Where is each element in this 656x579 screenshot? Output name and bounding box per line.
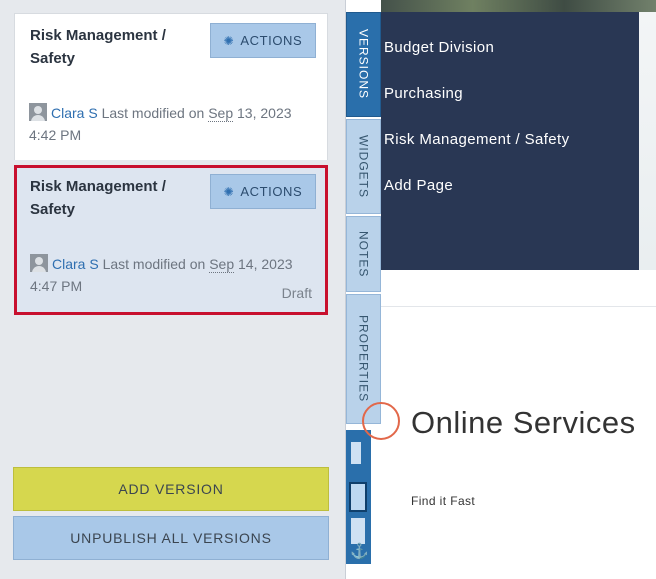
- actions-label: ACTIONS: [240, 184, 303, 199]
- page-nav-menu: Budget Division Purchasing Risk Manageme…: [381, 12, 639, 270]
- header-photo: [381, 0, 656, 12]
- layout-toolbar: ⚓: [346, 430, 371, 564]
- versions-panel: Risk Management / Safety ✺ ACTIONS Clara…: [0, 0, 346, 579]
- tab-notes[interactable]: NOTES: [346, 216, 381, 292]
- version-meta: Clara S Last modified on Sep 14, 2023 4:…: [30, 253, 320, 297]
- user-link[interactable]: Clara S: [52, 256, 99, 272]
- find-it-fast-link[interactable]: Find it Fast: [411, 494, 475, 508]
- modified-label: Last modified on: [101, 105, 205, 121]
- tab-widgets[interactable]: WIDGETS: [346, 119, 381, 214]
- nav-item-purchasing[interactable]: Purchasing: [384, 85, 463, 102]
- tab-label: VERSIONS: [356, 29, 371, 100]
- tab-label: WIDGETS: [356, 135, 371, 198]
- version-card[interactable]: Risk Management / Safety ✺ ACTIONS Clara…: [14, 13, 328, 160]
- version-title: Risk Management / Safety: [30, 27, 166, 67]
- layout-option[interactable]: [351, 518, 365, 544]
- status-badge: Draft: [281, 285, 312, 301]
- modified-month: Sep: [209, 256, 235, 273]
- modified-label: Last modified on: [102, 256, 206, 272]
- version-card-selected[interactable]: Risk Management / Safety ✺ ACTIONS Clara…: [14, 165, 328, 315]
- modified-month: Sep: [208, 105, 234, 122]
- version-title: Risk Management / Safety: [30, 178, 166, 218]
- nav-item-risk-management[interactable]: Risk Management / Safety: [384, 131, 570, 148]
- user-link[interactable]: Clara S: [51, 105, 98, 121]
- gear-icon: ✺: [223, 33, 235, 48]
- add-version-button[interactable]: ADD VERSION: [13, 467, 329, 511]
- online-services-icon: [362, 402, 400, 440]
- tab-label: NOTES: [356, 230, 371, 278]
- actions-button[interactable]: ✺ ACTIONS: [210, 174, 316, 209]
- actions-label: ACTIONS: [240, 33, 303, 48]
- nav-item-add-page[interactable]: Add Page: [384, 177, 453, 194]
- layout-option[interactable]: [351, 442, 361, 464]
- side-tabs: VERSIONS WIDGETS NOTES PROPERTIES ⚓: [346, 12, 381, 564]
- version-meta: Clara S Last modified on Sep 13, 2023 4:…: [29, 102, 319, 146]
- tab-versions[interactable]: VERSIONS: [346, 12, 381, 117]
- divider: [381, 306, 656, 307]
- nav-item-budget-division[interactable]: Budget Division: [384, 39, 494, 56]
- avatar: [29, 103, 47, 121]
- page-background: [639, 12, 656, 270]
- tab-label: PROPERTIES: [356, 315, 371, 403]
- section-title: Online Services: [411, 405, 636, 440]
- unpublish-all-versions-button[interactable]: UNPUBLISH ALL VERSIONS: [13, 516, 329, 560]
- gear-icon: ✺: [223, 184, 235, 199]
- avatar: [30, 254, 48, 272]
- anchor-icon[interactable]: ⚓: [350, 542, 369, 560]
- actions-button[interactable]: ✺ ACTIONS: [210, 23, 316, 58]
- layout-option-selected[interactable]: [349, 482, 367, 512]
